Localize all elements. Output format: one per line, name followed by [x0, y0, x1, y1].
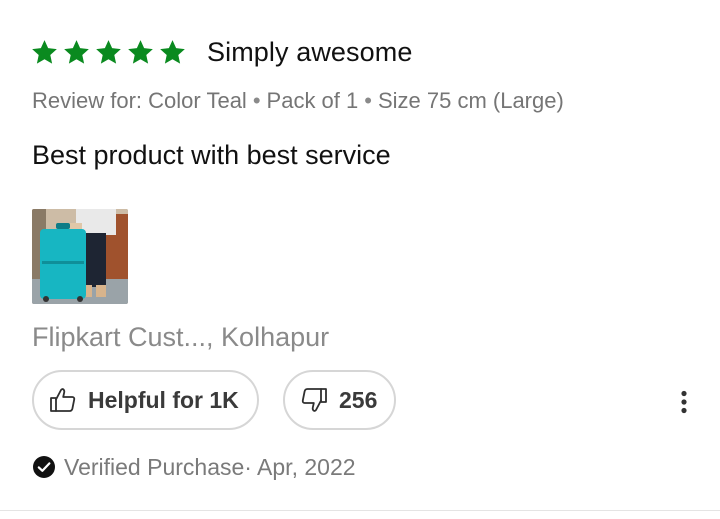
rating-row: Simply awesome	[30, 33, 412, 71]
not-helpful-button[interactable]: 256	[283, 370, 396, 430]
more-options-button[interactable]	[668, 384, 700, 420]
star-icon	[126, 38, 155, 67]
thumbs-up-icon	[48, 385, 78, 415]
review-image-thumbnail[interactable]	[32, 209, 128, 304]
thumbs-down-icon	[299, 385, 329, 415]
verified-purchase-text: Verified Purchase· Apr, 2022	[64, 453, 356, 480]
helpful-button[interactable]: Helpful for 1K	[32, 370, 259, 430]
star-icon	[94, 38, 123, 67]
star-icon	[30, 38, 59, 67]
variant-separator: •	[364, 88, 372, 113]
helpful-label: Helpful for 1K	[88, 386, 239, 413]
variant-pack: Pack of 1	[266, 88, 359, 113]
variant-size: Size 75 cm (Large)	[377, 88, 564, 113]
check-circle-icon	[32, 455, 56, 479]
variant-separator: •	[252, 88, 261, 113]
review-text: Best product with best service	[32, 140, 391, 170]
star-icon	[158, 38, 187, 67]
reviewer-name-location: Flipkart Cust..., Kolhapur	[32, 322, 330, 352]
star-rating	[30, 38, 187, 67]
review-variant: Review for: Color Teal • Pack of 1 • Size 75…	[32, 88, 564, 114]
review-title: Simply awesome	[207, 36, 413, 67]
review-card: Simply awesome Review for: Color Teal • Pa…	[0, 0, 720, 511]
star-icon	[62, 38, 91, 67]
variant-color: Color Teal	[148, 88, 247, 113]
variant-prefix: Review for:	[32, 88, 143, 113]
not-helpful-count: 256	[339, 386, 378, 413]
more-vertical-icon	[680, 390, 688, 414]
verified-purchase-row: Verified Purchase· Apr, 2022	[32, 453, 356, 481]
